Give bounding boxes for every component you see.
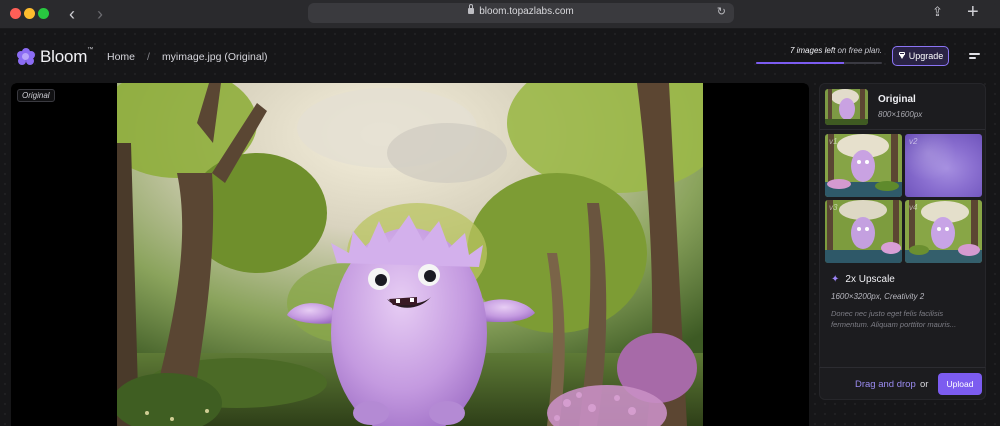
new-tab-icon[interactable]: +: [967, 1, 979, 24]
upscale-title-text: 2x Upscale: [845, 274, 895, 285]
upload-footer: Drag and drop or Upload: [819, 367, 986, 400]
variant-grid: v1 v2 v3 v4: [825, 134, 982, 264]
window-zoom-button[interactable]: [38, 8, 49, 19]
original-thumbnail: [825, 89, 868, 125]
browser-toolbar: ‹ › bloom.topazlabs.com ↻ ⇪ +: [0, 0, 1000, 29]
variant-label: v3: [829, 203, 838, 212]
breadcrumb-home[interactable]: Home: [107, 51, 135, 63]
forward-arrow-icon[interactable]: ›: [90, 4, 110, 24]
variant-thumbnail-v2-generating[interactable]: v2: [905, 134, 982, 197]
upgrade-label: Upgrade: [908, 51, 944, 61]
drag-and-drop-link[interactable]: Drag and drop: [855, 379, 916, 390]
lock-icon: [468, 4, 475, 14]
diamond-icon: [898, 52, 906, 60]
bloom-flower-icon: [17, 48, 35, 66]
variant-label: v2: [909, 137, 918, 146]
sparkle-icon: ✦: [831, 274, 840, 285]
variant-thumbnail-v4[interactable]: v4: [905, 200, 982, 263]
quota-progress-bar: [756, 62, 882, 64]
address-bar[interactable]: bloom.topazlabs.com ↻: [308, 3, 734, 23]
versions-panel: Original 800×1600px v1 v2 v3 v4 ✦ 2x Ups…: [819, 83, 986, 371]
upscale-meta: 1600×3200px, Creativity 2: [831, 292, 925, 301]
bloom-app: Bloom™ Home / myimage.jpg (Original) 7 i…: [0, 29, 1000, 426]
original-item[interactable]: Original 800×1600px: [825, 89, 982, 127]
back-arrow-icon[interactable]: ‹: [62, 4, 82, 24]
upload-button[interactable]: Upload: [938, 373, 982, 395]
or-text: or: [920, 379, 929, 390]
upscale-description: Donec nec justo eget felis facilisis fer…: [831, 309, 957, 329]
window-close-button[interactable]: [10, 8, 21, 19]
url-display: bloom.topazlabs.com: [308, 4, 734, 17]
original-title: Original: [878, 94, 916, 105]
logo-name: Bloom™: [40, 47, 93, 66]
url-text: bloom.topazlabs.com: [479, 6, 574, 17]
quota-progress-fill: [756, 62, 845, 64]
share-icon[interactable]: ⇪: [932, 4, 943, 20]
image-viewer[interactable]: Original: [11, 83, 809, 426]
upgrade-button[interactable]: Upgrade: [892, 46, 949, 66]
quota-text: 7 images left on free plan.: [789, 46, 882, 55]
viewer-badge: Original: [17, 89, 55, 102]
quota-indicator: 7 images left on free plan.: [756, 46, 882, 64]
main-image: [117, 83, 703, 426]
breadcrumb-current: myimage.jpg (Original): [161, 51, 268, 63]
logo[interactable]: Bloom™: [17, 47, 93, 67]
original-size: 800×1600px: [878, 110, 923, 119]
variant-label: v4: [909, 203, 918, 212]
variant-thumbnail-v3[interactable]: v3: [825, 200, 902, 263]
window-minimize-button[interactable]: [24, 8, 35, 19]
breadcrumb-separator: /: [147, 51, 150, 63]
menu-icon[interactable]: [969, 53, 980, 60]
upload-label: Upload: [946, 379, 974, 389]
variant-thumbnail-v1[interactable]: v1: [825, 134, 902, 197]
upscale-title: ✦ 2x Upscale: [831, 274, 895, 285]
panel-divider: [820, 129, 985, 130]
breadcrumb: Home / myimage.jpg (Original): [107, 51, 268, 63]
reload-icon[interactable]: ↻: [717, 5, 726, 18]
variant-label: v1: [829, 137, 838, 146]
